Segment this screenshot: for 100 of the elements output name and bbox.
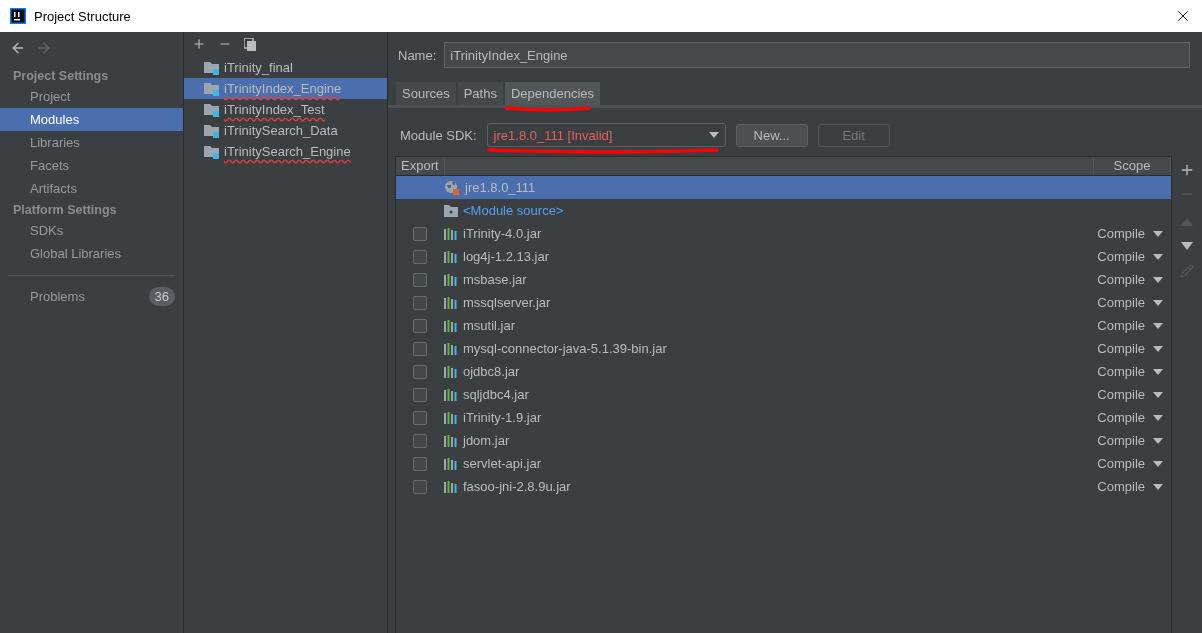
dependency-row[interactable]: <Module source> xyxy=(396,199,1171,222)
export-checkbox[interactable] xyxy=(413,387,427,402)
module-name: iTrinityIndex_Engine xyxy=(224,81,342,96)
add-icon[interactable] xyxy=(1179,162,1195,178)
dependency-row[interactable]: mysql-connector-java-5.1.39-bin.jar Compile xyxy=(396,337,1171,360)
library-icon xyxy=(444,365,458,378)
module-folder-icon xyxy=(204,102,220,117)
scope-value[interactable]: Compile xyxy=(1097,479,1145,494)
sidebar-item[interactable]: Modules xyxy=(0,108,183,131)
move-up-icon[interactable] xyxy=(1181,218,1193,226)
dependency-name: iTrinity-4.0.jar xyxy=(463,226,543,241)
scope-value[interactable]: Compile xyxy=(1097,226,1145,241)
dependency-row[interactable]: msutil.jar Compile xyxy=(396,314,1171,337)
export-checkbox[interactable] xyxy=(413,272,427,287)
dependency-row[interactable]: msbase.jar Compile xyxy=(396,268,1171,291)
module-sdk-label: Module SDK: xyxy=(400,127,477,143)
library-icon xyxy=(444,296,458,309)
edit-icon[interactable] xyxy=(1180,264,1194,278)
module-item[interactable]: iTrinitySearch_Data xyxy=(184,120,387,141)
dependency-row[interactable]: ojdbc8.jar Compile xyxy=(396,360,1171,383)
scope-value[interactable]: Compile xyxy=(1097,364,1145,379)
dependency-row[interactable]: fasoo-jni-2.8.9u.jar Compile xyxy=(396,475,1171,498)
tab[interactable]: Dependencies xyxy=(504,82,601,105)
dependency-name: mysql-connector-java-5.1.39-bin.jar xyxy=(463,341,668,356)
scope-value[interactable]: Compile xyxy=(1097,295,1145,310)
dependency-name: fasoo-jni-2.8.9u.jar xyxy=(463,479,572,494)
scope-value[interactable]: Compile xyxy=(1097,272,1145,287)
dependency-row[interactable]: servlet-api.jar Compile xyxy=(396,452,1171,475)
tab[interactable]: Paths xyxy=(457,82,503,105)
library-icon xyxy=(444,411,458,424)
module-folder-icon xyxy=(204,60,220,75)
sidebar-item[interactable]: Artifacts xyxy=(0,177,183,200)
globe-icon xyxy=(444,179,460,196)
caret-icon xyxy=(708,132,719,138)
forward-arrow-icon[interactable] xyxy=(36,40,52,56)
sidebar-item[interactable]: Facets xyxy=(0,154,183,177)
add-icon[interactable] xyxy=(192,37,206,51)
module-folder-icon xyxy=(204,123,220,138)
column-header[interactable]: Scope xyxy=(1094,157,1171,175)
sidebar-item[interactable]: Libraries xyxy=(0,131,183,154)
problems-item[interactable]: Problems xyxy=(30,288,85,304)
caret-icon xyxy=(1153,253,1163,260)
dependency-row[interactable]: iTrinity-4.0.jar Compile xyxy=(396,222,1171,245)
export-checkbox[interactable] xyxy=(413,226,427,241)
caret-icon xyxy=(1153,437,1163,444)
sdk-dropdown[interactable]: jre1.8.0_111 [Invalid] xyxy=(486,123,726,147)
scope-value[interactable]: Compile xyxy=(1097,410,1145,425)
caret-icon xyxy=(1153,414,1163,421)
library-icon xyxy=(444,273,458,286)
export-checkbox[interactable] xyxy=(413,410,427,425)
copy-icon[interactable] xyxy=(244,37,257,51)
library-icon xyxy=(444,250,458,263)
export-checkbox[interactable] xyxy=(413,318,427,333)
module-item[interactable]: iTrinitySearch_Engine xyxy=(184,141,387,162)
dependency-row[interactable]: iTrinity-1.9.jar Compile xyxy=(396,406,1171,429)
export-checkbox[interactable] xyxy=(413,295,427,310)
scope-value[interactable]: Compile xyxy=(1097,341,1145,356)
export-checkbox[interactable] xyxy=(413,479,427,494)
section-heading: Platform Settings xyxy=(12,202,118,219)
sidebar-item[interactable]: Project xyxy=(0,85,183,108)
library-icon xyxy=(444,319,458,332)
sidebar-item[interactable]: Global Libraries xyxy=(0,242,183,265)
name-field[interactable]: iTrinityIndex_Engine xyxy=(444,42,1190,68)
tab[interactable]: Sources xyxy=(396,82,456,105)
move-down-icon[interactable] xyxy=(1181,242,1193,250)
module-name: iTrinityIndex_Test xyxy=(224,102,325,117)
dependency-row[interactable]: sqljdbc4.jar Compile xyxy=(396,383,1171,406)
module-folder-icon xyxy=(204,81,220,96)
export-checkbox[interactable] xyxy=(413,341,427,356)
export-checkbox[interactable] xyxy=(413,456,427,471)
scope-value[interactable]: Compile xyxy=(1097,318,1145,333)
name-label: Name: xyxy=(398,47,437,63)
dependency-name: msbase.jar xyxy=(463,272,528,287)
dependency-row[interactable]: log4j-1.2.13.jar Compile xyxy=(396,245,1171,268)
library-icon xyxy=(444,388,458,401)
folder-icon xyxy=(444,204,458,217)
library-icon xyxy=(444,342,458,355)
module-name: iTrinity_final xyxy=(224,60,293,75)
window-title: Project Structure xyxy=(34,8,132,24)
scope-value[interactable]: Compile xyxy=(1097,387,1145,402)
module-item[interactable]: iTrinity_final xyxy=(184,57,387,78)
dependency-name: jdom.jar xyxy=(463,433,511,448)
dependency-row[interactable]: jdom.jar Compile xyxy=(396,429,1171,452)
dependency-name: log4j-1.2.13.jar xyxy=(463,249,550,264)
scope-value[interactable]: Compile xyxy=(1097,249,1145,264)
caret-icon xyxy=(1153,483,1163,490)
dependency-name: mssqlserver.jar xyxy=(463,295,552,310)
module-item[interactable]: iTrinityIndex_Test xyxy=(184,99,387,120)
export-checkbox[interactable] xyxy=(413,433,427,448)
sidebar-item[interactable]: SDKs xyxy=(0,219,183,242)
scope-value[interactable]: Compile xyxy=(1097,456,1145,471)
module-name: iTrinitySearch_Data xyxy=(224,123,338,138)
export-checkbox[interactable] xyxy=(413,364,427,379)
column-header[interactable]: Export xyxy=(396,157,445,175)
scope-value[interactable]: Compile xyxy=(1097,433,1145,448)
dependency-row[interactable]: mssqlserver.jar Compile xyxy=(396,291,1171,314)
caret-icon xyxy=(1153,322,1163,329)
export-checkbox[interactable] xyxy=(413,249,427,264)
dependency-name: servlet-api.jar xyxy=(463,456,543,471)
dialog-button[interactable]: New... xyxy=(735,123,808,147)
